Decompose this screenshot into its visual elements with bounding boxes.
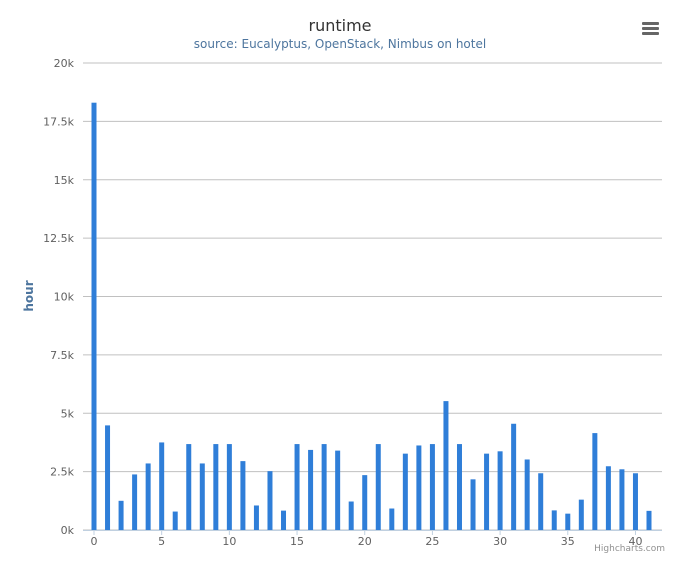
bar[interactable] <box>511 423 517 530</box>
x-tick-label: 30 <box>493 535 507 548</box>
chart-container: runtime source: Eucalyptus, OpenStack, N… <box>0 0 680 566</box>
x-tick-label: 15 <box>290 535 304 548</box>
bar[interactable] <box>375 444 381 530</box>
gridlines <box>83 62 662 531</box>
bar[interactable] <box>470 479 476 530</box>
bar[interactable] <box>578 499 584 530</box>
bar[interactable] <box>538 473 544 530</box>
bar[interactable] <box>145 463 151 530</box>
bar[interactable] <box>389 508 395 530</box>
bar[interactable] <box>632 473 638 530</box>
bar[interactable] <box>605 466 611 530</box>
bar[interactable] <box>551 510 557 530</box>
y-tick-label: 10k <box>54 291 75 304</box>
y-tick-label: 12.5k <box>43 232 74 245</box>
bar-series <box>91 102 652 530</box>
bar[interactable] <box>240 461 246 530</box>
bar[interactable] <box>294 444 300 530</box>
y-tick-label: 5k <box>61 407 75 420</box>
bar[interactable] <box>281 510 287 530</box>
x-tick-label: 25 <box>425 535 439 548</box>
bar[interactable] <box>443 401 449 530</box>
bar[interactable] <box>159 442 165 530</box>
bar[interactable] <box>524 459 530 530</box>
x-tick-label: 0 <box>91 535 98 548</box>
bar[interactable] <box>565 513 571 530</box>
y-tick-label: 2.5k <box>50 466 74 479</box>
bar[interactable] <box>199 463 205 530</box>
y-axis: 0k 2.5k 5k 7.5k 10k 12.5k 15k 17.5k 20k <box>43 57 74 537</box>
bar[interactable] <box>497 451 503 530</box>
bar[interactable] <box>226 444 232 530</box>
bar[interactable] <box>416 445 422 530</box>
bar[interactable] <box>335 450 341 530</box>
bar[interactable] <box>619 469 625 530</box>
y-tick-label: 15k <box>54 174 75 187</box>
bar[interactable] <box>308 449 314 530</box>
y-tick-label: 20k <box>54 57 75 70</box>
bar[interactable] <box>362 475 368 530</box>
bar[interactable] <box>267 471 273 530</box>
y-axis-title: hour <box>22 280 36 311</box>
y-tick-label: 7.5k <box>50 349 74 362</box>
bar[interactable] <box>646 510 652 530</box>
bar[interactable] <box>321 444 327 530</box>
x-tick-label: 35 <box>561 535 575 548</box>
bar[interactable] <box>429 444 435 530</box>
bar[interactable] <box>456 444 462 530</box>
bar[interactable] <box>348 501 354 530</box>
bar[interactable] <box>132 474 138 530</box>
bar[interactable] <box>402 453 408 530</box>
x-tick-label: 20 <box>358 535 372 548</box>
x-axis: 0 5 10 15 20 25 30 35 40 <box>83 530 662 548</box>
x-tick-label: 10 <box>222 535 236 548</box>
bar[interactable] <box>253 505 259 530</box>
y-tick-label: 17.5k <box>43 115 74 128</box>
bar[interactable] <box>91 102 97 530</box>
bar[interactable] <box>213 444 219 530</box>
credits-link[interactable]: Highcharts.com <box>594 543 665 555</box>
bar[interactable] <box>186 444 192 530</box>
bar[interactable] <box>592 433 598 530</box>
bar[interactable] <box>172 511 178 530</box>
bar[interactable] <box>118 500 124 530</box>
bar[interactable] <box>484 453 490 530</box>
x-tick-label: 5 <box>158 535 165 548</box>
bar-chart: 0 5 10 15 20 25 30 35 40 0k2.5k5k7.5k10k12.5k15k… <box>22 57 662 548</box>
bar[interactable] <box>105 425 111 530</box>
y-tick-label: 0k <box>61 524 75 537</box>
